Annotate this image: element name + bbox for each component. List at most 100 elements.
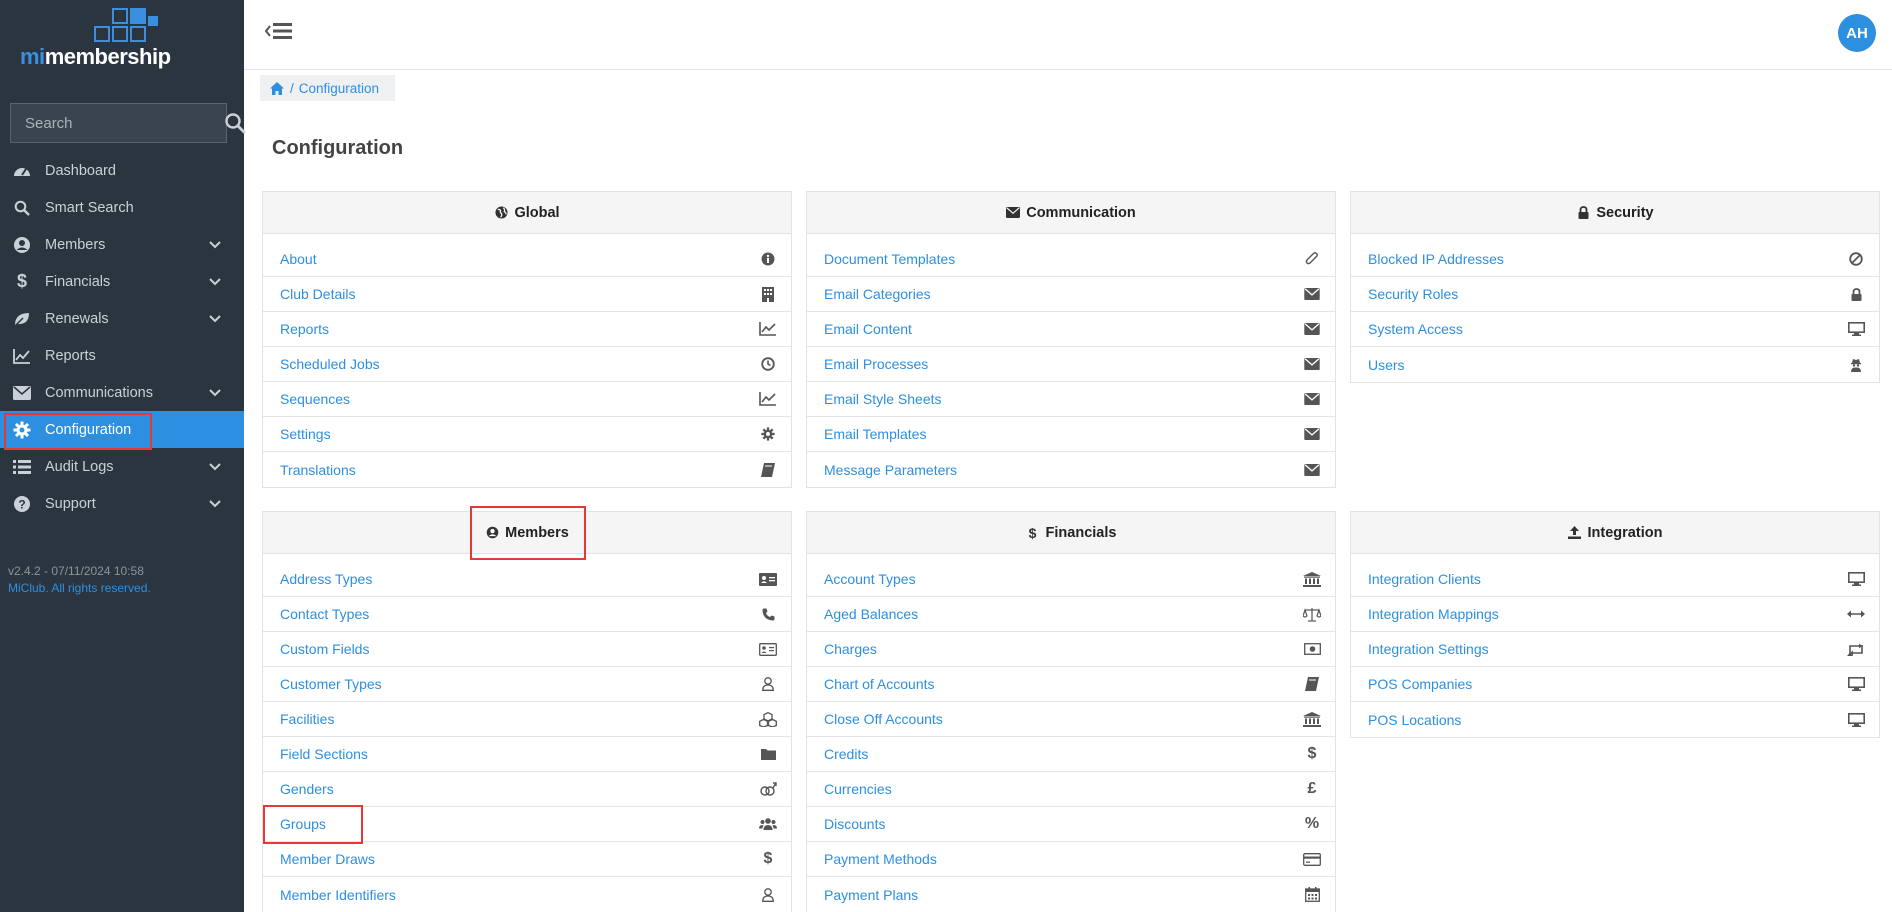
sidebar-item-label: Audit Logs	[45, 458, 114, 475]
sidebar-nav: Dashboard Smart Search Members $ Financi…	[0, 152, 244, 522]
config-link-club-details[interactable]: Club Details	[280, 286, 355, 302]
config-link-system-access[interactable]: System Access	[1368, 321, 1463, 337]
sidebar-item-audit-logs[interactable]: Audit Logs	[0, 448, 244, 485]
config-link-address-types[interactable]: Address Types	[280, 571, 372, 587]
config-link-genders[interactable]: Genders	[280, 781, 334, 797]
config-link-email-processes[interactable]: Email Processes	[824, 356, 928, 372]
user-icon	[759, 676, 777, 692]
envelope-icon	[12, 383, 32, 403]
panel-title: Integration	[1587, 524, 1663, 541]
search-input[interactable]	[25, 114, 224, 132]
config-link-pos-locations[interactable]: POS Locations	[1368, 712, 1461, 728]
config-link-field-sections[interactable]: Field Sections	[280, 746, 368, 762]
config-link-sequences[interactable]: Sequences	[280, 391, 350, 407]
config-link-close-off-accounts[interactable]: Close Off Accounts	[824, 711, 943, 727]
config-link-email-categories[interactable]: Email Categories	[824, 286, 931, 302]
sidebar-item-label: Reports	[45, 347, 96, 364]
sidebar-item-renewals[interactable]: Renewals	[0, 300, 244, 337]
config-link-charges[interactable]: Charges	[824, 641, 877, 657]
config-link-account-types[interactable]: Account Types	[824, 571, 916, 587]
line-chart-icon	[759, 321, 777, 337]
calendar-icon	[1303, 887, 1321, 903]
config-link-integration-settings[interactable]: Integration Settings	[1368, 641, 1489, 657]
sidebar-item-configuration[interactable]: Configuration	[0, 411, 244, 450]
config-row-integration-settings: Integration Settings	[1351, 632, 1879, 667]
config-link-aged-balances[interactable]: Aged Balances	[824, 606, 918, 622]
config-link-payment-plans[interactable]: Payment Plans	[824, 887, 918, 903]
config-link-groups[interactable]: Groups	[263, 805, 363, 844]
chevron-down-icon	[208, 275, 222, 289]
config-row-email-content: Email Content	[807, 312, 1335, 347]
config-link-currencies[interactable]: Currencies	[824, 781, 892, 797]
bank-icon	[1303, 711, 1321, 727]
config-link-credits[interactable]: Credits	[824, 746, 868, 762]
sidebar-item-support[interactable]: ? Support	[0, 485, 244, 522]
config-link-settings[interactable]: Settings	[280, 426, 331, 442]
sidebar-item-reports[interactable]: Reports	[0, 337, 244, 374]
config-row-blocked-ip-addresses: Blocked IP Addresses	[1351, 242, 1879, 277]
sidebar-item-dashboard[interactable]: Dashboard	[0, 152, 244, 189]
sidebar-item-smart-search[interactable]: Smart Search	[0, 189, 244, 226]
breadcrumb-current[interactable]: Configuration	[299, 81, 379, 96]
panel-header: $ Financials	[807, 512, 1335, 554]
sidebar-item-label: Members	[45, 236, 106, 253]
question-circle-icon: ?	[12, 494, 32, 514]
panel-title: Members	[505, 524, 569, 541]
config-link-member-identifiers[interactable]: Member Identifiers	[280, 887, 396, 903]
breadcrumb-separator: /	[290, 80, 294, 96]
line-chart-icon	[759, 391, 777, 407]
config-row-email-categories: Email Categories	[807, 277, 1335, 312]
config-link-member-draws[interactable]: Member Draws	[280, 851, 375, 867]
copyright-link[interactable]: MiClub. All rights reserved.	[8, 580, 151, 597]
config-link-chart-of-accounts[interactable]: Chart of Accounts	[824, 676, 935, 692]
config-link-users[interactable]: Users	[1368, 357, 1405, 373]
panel-header: Members	[263, 506, 791, 560]
config-link-integration-mappings[interactable]: Integration Mappings	[1368, 606, 1499, 622]
ban-icon	[1847, 251, 1865, 267]
config-row-pos-companies: POS Companies	[1351, 667, 1879, 702]
sidebar-item-members[interactable]: Members	[0, 226, 244, 263]
config-link-message-parameters[interactable]: Message Parameters	[824, 462, 957, 478]
config-link-integration-clients[interactable]: Integration Clients	[1368, 571, 1481, 587]
config-link-payment-methods[interactable]: Payment Methods	[824, 851, 937, 867]
config-row-about: About	[263, 242, 791, 277]
config-link-about[interactable]: About	[280, 251, 317, 267]
user-circle-icon	[485, 526, 499, 540]
config-link-email-style-sheets[interactable]: Email Style Sheets	[824, 391, 942, 407]
app-logo[interactable]: mimembership	[20, 6, 180, 69]
user-secret-icon	[1847, 357, 1865, 373]
config-row-genders: Genders	[263, 772, 791, 807]
home-icon[interactable]	[270, 81, 284, 95]
user-avatar[interactable]: AH	[1838, 14, 1876, 52]
config-row-payment-plans: Payment Plans	[807, 877, 1335, 912]
config-link-custom-fields[interactable]: Custom Fields	[280, 641, 369, 657]
sidebar-toggle-button[interactable]	[264, 18, 294, 44]
config-row-email-templates: Email Templates	[807, 417, 1335, 452]
search-icon[interactable]	[224, 112, 246, 134]
config-link-email-content[interactable]: Email Content	[824, 321, 912, 337]
config-link-translations[interactable]: Translations	[280, 462, 356, 478]
sidebar-item-label: Financials	[45, 273, 111, 290]
config-link-scheduled-jobs[interactable]: Scheduled Jobs	[280, 356, 380, 372]
panel-header: Integration	[1351, 512, 1879, 554]
sidebar-item-financials[interactable]: $ Financials	[0, 263, 244, 300]
config-link-discounts[interactable]: Discounts	[824, 816, 885, 832]
percent-icon: %	[1304, 815, 1320, 832]
config-link-contact-types[interactable]: Contact Types	[280, 606, 369, 622]
config-link-document-templates[interactable]: Document Templates	[824, 251, 955, 267]
config-link-email-templates[interactable]: Email Templates	[824, 426, 926, 442]
upload-icon	[1568, 526, 1582, 540]
retweet-icon	[1847, 641, 1865, 657]
config-link-facilities[interactable]: Facilities	[280, 711, 334, 727]
lock-icon	[1576, 206, 1590, 220]
panel-header: Security	[1351, 192, 1879, 234]
config-link-blocked-ip-addresses[interactable]: Blocked IP Addresses	[1368, 251, 1504, 267]
config-row-customer-types: Customer Types	[263, 667, 791, 702]
config-link-security-roles[interactable]: Security Roles	[1368, 286, 1458, 302]
config-row-groups: Groups	[263, 805, 791, 844]
config-link-customer-types[interactable]: Customer Types	[280, 676, 382, 692]
chevron-down-icon	[208, 386, 222, 400]
sidebar-item-communications[interactable]: Communications	[0, 374, 244, 411]
config-link-pos-companies[interactable]: POS Companies	[1368, 676, 1472, 692]
config-link-reports[interactable]: Reports	[280, 321, 329, 337]
